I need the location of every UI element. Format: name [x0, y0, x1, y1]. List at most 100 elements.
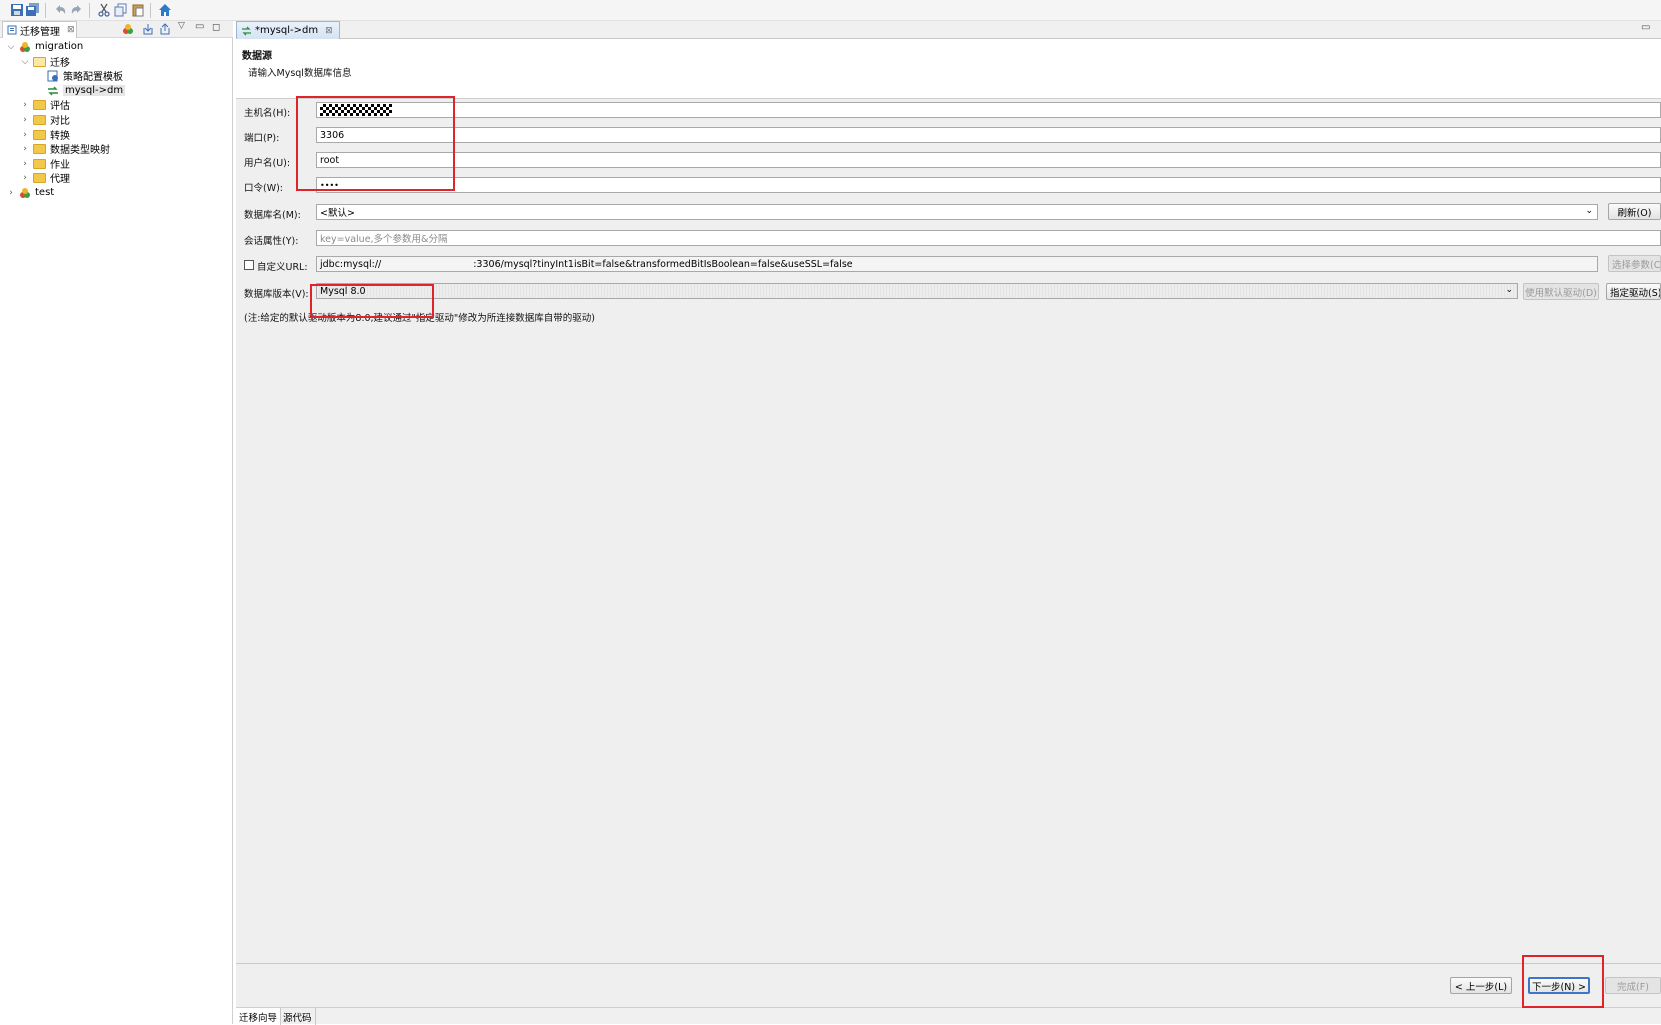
- toolbar-separator: [150, 3, 151, 18]
- password-field[interactable]: ••••: [316, 177, 1661, 193]
- url-suffix: :3306/mysql?tinyInt1isBit=false&transfor…: [473, 258, 853, 270]
- minimize-icon[interactable]: ▭: [1641, 22, 1650, 33]
- database-select[interactable]: <默认> ⌄: [316, 204, 1598, 220]
- tree-item-migrate-folder[interactable]: ⌵ 迁移: [21, 54, 70, 69]
- tree-item-mysql-dm[interactable]: mysql->dm: [47, 83, 126, 98]
- migration-project-icon: [20, 41, 30, 52]
- custom-url-field[interactable]: jdbc:mysql:// :3306/mysql?tinyInt1isBit=…: [316, 256, 1598, 272]
- db-version-select[interactable]: Mysql 8.0 ⌄: [316, 283, 1518, 299]
- select-params-button[interactable]: 选择参数(C): [1608, 255, 1661, 272]
- close-icon[interactable]: ⊠: [325, 26, 333, 36]
- left-tab-bar: 迁移管理 ⊠ ▽ ▭ ◻: [0, 21, 233, 38]
- redacted-host: [320, 104, 392, 116]
- chevron-down-icon[interactable]: ⌵: [7, 42, 15, 52]
- password-label: 口令(W):: [244, 183, 284, 194]
- maximize-icon[interactable]: ◻: [212, 22, 220, 33]
- save-all-icon[interactable]: [26, 3, 40, 17]
- tree-item-test[interactable]: › test: [7, 185, 54, 200]
- port-label: 端口(P):: [244, 133, 280, 144]
- tree-item-label: 数据类型映射: [50, 145, 110, 156]
- tab-label: *mysql->dm: [255, 25, 319, 36]
- minimize-icon[interactable]: ▭: [195, 21, 204, 32]
- main-toolbar: [0, 0, 1661, 21]
- finish-button[interactable]: 完成(F): [1605, 977, 1661, 994]
- migration-manager-panel: 迁移管理 ⊠ ▽ ▭ ◻ ⌵ migration ⌵ 迁移 策略配置模板 mys…: [0, 21, 233, 1024]
- paste-icon[interactable]: [131, 3, 145, 17]
- tree-item-folder[interactable]: › 数据类型映射: [21, 141, 110, 156]
- url-prefix: jdbc:mysql://: [320, 258, 382, 270]
- folder-icon: [33, 158, 46, 169]
- folder-open-icon: [33, 56, 46, 67]
- custom-url-label: 自定义URL:: [257, 262, 308, 273]
- tab-label: 迁移管理: [20, 26, 60, 38]
- copy-icon[interactable]: [114, 3, 128, 17]
- home-icon[interactable]: [158, 3, 172, 17]
- folder-icon: [33, 172, 46, 183]
- db-version-value: Mysql 8.0: [320, 285, 366, 297]
- folder-icon: [33, 99, 46, 110]
- chevron-down-icon[interactable]: ⌄: [1505, 285, 1513, 295]
- database-label: 数据库名(M):: [244, 210, 301, 221]
- tree-item-migration[interactable]: ⌵ migration: [7, 39, 84, 54]
- tree-view-icon: [7, 25, 17, 35]
- toolbar-separator: [89, 3, 90, 18]
- next-button[interactable]: 下一步(N) >: [1528, 977, 1590, 994]
- back-button[interactable]: < 上一步(L): [1450, 977, 1512, 994]
- tree-item-label: 代理: [50, 174, 70, 185]
- folder-icon: [33, 114, 46, 125]
- chevron-right-icon[interactable]: ›: [21, 173, 29, 183]
- tree-item-strategy-template[interactable]: 策略配置模板: [47, 68, 123, 83]
- import-icon[interactable]: [142, 23, 154, 38]
- close-icon[interactable]: ⊠: [67, 25, 75, 35]
- undo-icon[interactable]: [53, 3, 67, 17]
- toolbar-separator: [45, 3, 46, 18]
- port-field[interactable]: 3306: [316, 127, 1661, 143]
- tree-item-label: 迁移: [50, 58, 70, 69]
- cut-icon[interactable]: [97, 3, 111, 17]
- chevron-right-icon[interactable]: ›: [7, 188, 15, 198]
- specify-driver-button[interactable]: 指定驱动(S): [1606, 283, 1661, 300]
- chevron-right-icon[interactable]: ›: [21, 159, 29, 169]
- use-default-driver-button[interactable]: 使用默认驱动(D): [1523, 283, 1599, 300]
- custom-url-checkbox[interactable]: [244, 260, 254, 270]
- tree-item-label: 策略配置模板: [63, 72, 123, 83]
- chevron-down-icon[interactable]: ⌄: [1585, 206, 1593, 216]
- view-menu-icon[interactable]: ▽: [178, 21, 185, 31]
- tree-item-folder[interactable]: › 代理: [21, 170, 70, 185]
- host-label: 主机名(H):: [244, 108, 291, 119]
- editor-tab-bar: *mysql->dm ⊠ ▭: [236, 21, 1661, 39]
- wizard-header: 数据源 请输入Mysql数据库信息: [236, 39, 1661, 99]
- tree-item-folder[interactable]: › 作业: [21, 156, 70, 171]
- redo-icon[interactable]: [70, 3, 84, 17]
- migration-arrow-icon: [48, 86, 58, 95]
- chevron-right-icon[interactable]: ›: [21, 115, 29, 125]
- refresh-button[interactable]: 刷新(O): [1608, 203, 1661, 220]
- tree-item-folder[interactable]: › 对比: [21, 112, 70, 127]
- tree-item-label: mysql->dm: [63, 85, 126, 96]
- migration-wizard-editor: *mysql->dm ⊠ ▭ 数据源 请输入Mysql数据库信息 主机名(H):…: [236, 21, 1661, 1025]
- tab-migration-manager[interactable]: 迁移管理 ⊠: [2, 21, 77, 38]
- chevron-down-icon[interactable]: ⌵: [21, 57, 29, 67]
- chevron-right-icon[interactable]: ›: [21, 100, 29, 110]
- tree-item-label: migration: [35, 41, 84, 52]
- session-field[interactable]: key=value,多个参数用&分隔: [316, 230, 1661, 246]
- tree-item-folder[interactable]: › 转换: [21, 127, 70, 142]
- tab-mysql-dm[interactable]: *mysql->dm ⊠: [236, 21, 340, 39]
- tab-source-code[interactable]: 源代码: [280, 1008, 316, 1025]
- chevron-right-icon[interactable]: ›: [21, 144, 29, 154]
- migration-arrow-icon: [242, 26, 251, 35]
- save-icon[interactable]: [10, 3, 24, 17]
- export-icon[interactable]: [159, 23, 171, 38]
- session-label: 会话属性(Y):: [244, 236, 299, 247]
- host-field[interactable]: [316, 102, 1661, 118]
- page-subtitle: 请输入Mysql数据库信息: [248, 68, 352, 79]
- tree-item-label: 转换: [50, 131, 70, 142]
- driver-note: (注:给定的默认驱动版本为8.0,建议通过"指定驱动"修改为所连接数据库自带的驱…: [244, 313, 595, 324]
- tree-item-folder[interactable]: › 评估: [21, 97, 70, 112]
- username-field[interactable]: root: [316, 152, 1661, 168]
- tree-item-label: 作业: [50, 160, 70, 171]
- chevron-right-icon[interactable]: ›: [21, 130, 29, 140]
- tab-migration-wizard[interactable]: 迁移向导: [236, 1008, 282, 1025]
- new-migration-icon[interactable]: [122, 23, 134, 38]
- tree-item-label: test: [35, 187, 55, 198]
